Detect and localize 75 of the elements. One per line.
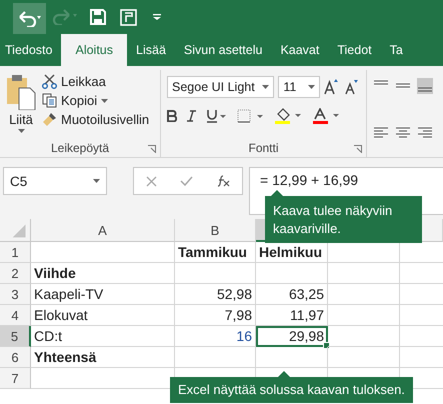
font-name-dropdown[interactable]: Segoe UI Light (167, 76, 274, 98)
name-box[interactable]: C5 (3, 167, 107, 195)
align-icon[interactable] (395, 126, 411, 140)
table-cell: Kaapeli-TV (31, 284, 175, 305)
table-cell (328, 326, 400, 347)
format-painter-button[interactable]: Muotoilusivellin (42, 112, 150, 127)
ribbon-tab[interactable]: Sivun asettelu (174, 34, 272, 66)
paste-button[interactable]: Liitä (6, 74, 36, 141)
dialog-launcher-icon[interactable] (354, 145, 362, 153)
ribbon-tab[interactable]: Tiedot (328, 34, 381, 66)
brush-icon (42, 112, 57, 127)
table-cell: 7,98 (175, 305, 256, 326)
borders-icon[interactable] (237, 109, 265, 123)
row-header[interactable]: 4 (0, 305, 31, 326)
tooltip-pointer-icon (271, 190, 283, 196)
row-header[interactable]: 7 (0, 368, 31, 389)
shrink-font-icon[interactable] (344, 79, 360, 95)
table-cell (328, 305, 400, 326)
checkmark-icon[interactable] (180, 176, 193, 186)
cut-button[interactable]: Leikkaa (42, 74, 150, 89)
customize-menu-icon[interactable] (153, 14, 161, 20)
table-cell: CD:t (31, 326, 175, 347)
table-cell: 52,98 (175, 284, 256, 305)
save-icon[interactable] (90, 9, 106, 25)
table-cell: 11,97 (256, 305, 328, 326)
table-cell: 63,25 (256, 284, 328, 305)
align-icon[interactable] (373, 126, 389, 140)
copy-caret-icon (101, 98, 108, 102)
table-cell: Viihde (31, 263, 175, 284)
undo-button[interactable] (13, 3, 46, 34)
copy-button[interactable]: Kopioi (42, 93, 150, 108)
ribbon-tab[interactable]: Kaavat (271, 34, 328, 66)
row-header[interactable]: 6 (0, 347, 31, 368)
align-icon[interactable] (417, 78, 433, 94)
paste-caret-icon (18, 129, 24, 133)
group-label: Leikepöytä (50, 141, 110, 155)
font-color-icon[interactable] (313, 108, 341, 124)
row-header[interactable]: 5 (0, 326, 31, 347)
column-header[interactable]: A (31, 219, 175, 242)
ribbon-tab[interactable]: Tiedosto (0, 34, 62, 66)
copy-icon (42, 93, 57, 108)
clipboard-icon (6, 74, 36, 110)
bold-icon[interactable] (167, 110, 177, 122)
row-header[interactable]: 1 (0, 242, 31, 263)
group-label: Fontti (248, 141, 278, 155)
table-cell: Tammikuu (175, 242, 256, 263)
table-cell (328, 263, 400, 284)
touch-mode-icon[interactable] (120, 8, 137, 26)
dropdown-caret-icon (262, 85, 270, 89)
italic-icon[interactable] (187, 110, 197, 122)
fill-color-icon[interactable] (275, 108, 303, 124)
table-cell (328, 284, 400, 305)
ribbon-tab[interactable]: Ta (380, 34, 412, 66)
ribbon-tab[interactable]: Lisää (127, 34, 175, 66)
fill-handle[interactable] (323, 342, 330, 349)
column-header[interactable]: B (175, 219, 256, 242)
table-cell: 16 (175, 326, 256, 347)
function-icon[interactable] (216, 175, 230, 187)
align-icon[interactable] (417, 126, 433, 140)
font-size-dropdown[interactable]: 11 (278, 76, 320, 98)
scissors-icon (42, 74, 57, 89)
undo-icon (18, 10, 42, 26)
table-cell: 29,98 (256, 326, 328, 347)
dialog-launcher-icon[interactable] (148, 145, 156, 153)
table-cell (256, 263, 328, 284)
table-cell: Yhteensä (31, 347, 175, 368)
table-cell: Elokuvat (31, 305, 175, 326)
row-header[interactable]: 2 (0, 263, 31, 284)
dropdown-caret-icon (308, 85, 316, 89)
tooltip-pointer-icon (278, 371, 290, 377)
row-header[interactable]: 3 (0, 284, 31, 305)
underline-icon[interactable] (207, 109, 227, 123)
dropdown-caret-icon (93, 179, 100, 183)
grow-font-icon[interactable] (324, 79, 340, 95)
ribbon-tab[interactable]: Aloitus (61, 34, 128, 66)
